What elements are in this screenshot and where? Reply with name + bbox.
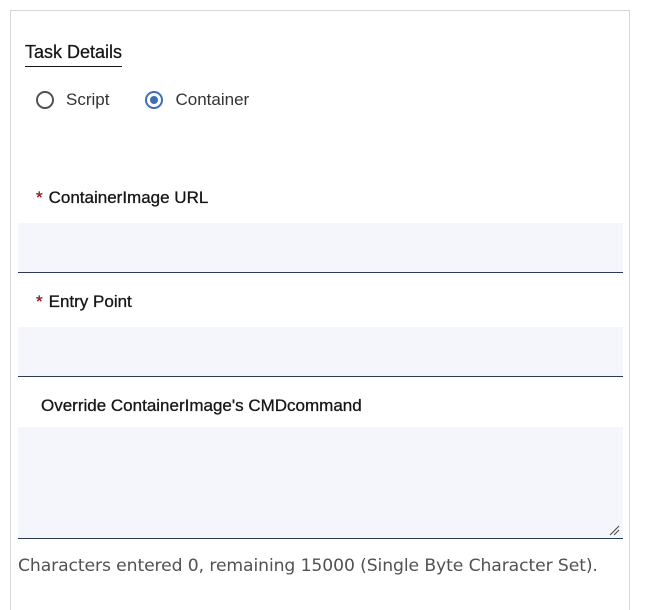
required-asterisk: * <box>36 188 43 207</box>
section-title: Task Details <box>25 42 122 67</box>
radio-option-container[interactable]: Container <box>145 90 249 110</box>
resize-grip-icon[interactable] <box>609 525 620 536</box>
container-image-url-input[interactable] <box>18 223 623 273</box>
radio-unselected-icon[interactable] <box>36 91 54 109</box>
entry-point-label: * Entry Point <box>36 292 132 312</box>
entry-point-label-text: Entry Point <box>48 292 132 311</box>
character-count-helper: Characters entered 0, remaining 15000 (S… <box>18 556 598 576</box>
required-asterisk: * <box>36 292 43 311</box>
task-type-radio-group: Script Container <box>36 90 285 110</box>
entry-point-input[interactable] <box>18 327 623 377</box>
override-cmd-label: Override ContainerImage's CMDcommand <box>41 396 362 415</box>
radio-label-script: Script <box>66 90 110 109</box>
container-image-url-label-text: ContainerImage URL <box>48 188 209 207</box>
radio-option-script[interactable]: Script <box>36 90 109 110</box>
override-cmd-textarea[interactable] <box>18 427 623 539</box>
radio-selected-icon[interactable] <box>145 91 164 109</box>
radio-label-container: Container <box>175 90 250 109</box>
container-image-url-label: * ContainerImage URL <box>36 188 209 208</box>
